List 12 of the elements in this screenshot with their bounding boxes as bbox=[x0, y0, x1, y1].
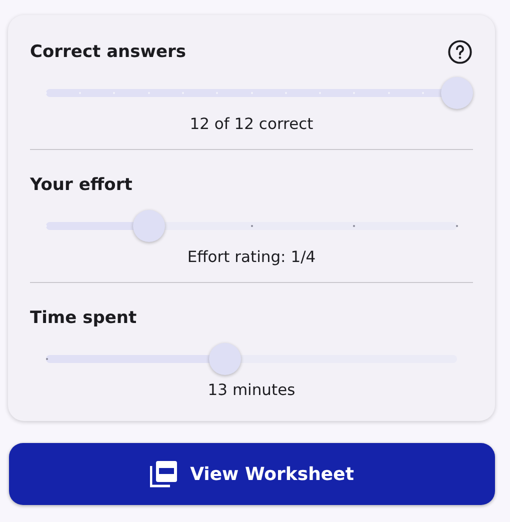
pdf-file-icon bbox=[150, 460, 178, 488]
section-title: Your effort bbox=[30, 175, 132, 195]
slider-thumb[interactable] bbox=[441, 77, 473, 109]
slider-value: 12 of 12 correct bbox=[190, 115, 314, 133]
slider-value: Effort rating: 1/4 bbox=[187, 248, 316, 266]
help-icon[interactable] bbox=[447, 39, 473, 65]
section-title: Correct answers bbox=[30, 42, 186, 62]
slider-thumb[interactable] bbox=[132, 210, 165, 242]
view-worksheet-button[interactable]: View Worksheet bbox=[9, 443, 495, 505]
section-title: Time spent bbox=[30, 308, 137, 328]
slider-thumb[interactable] bbox=[208, 343, 241, 375]
slider-value: 13 minutes bbox=[208, 381, 296, 399]
